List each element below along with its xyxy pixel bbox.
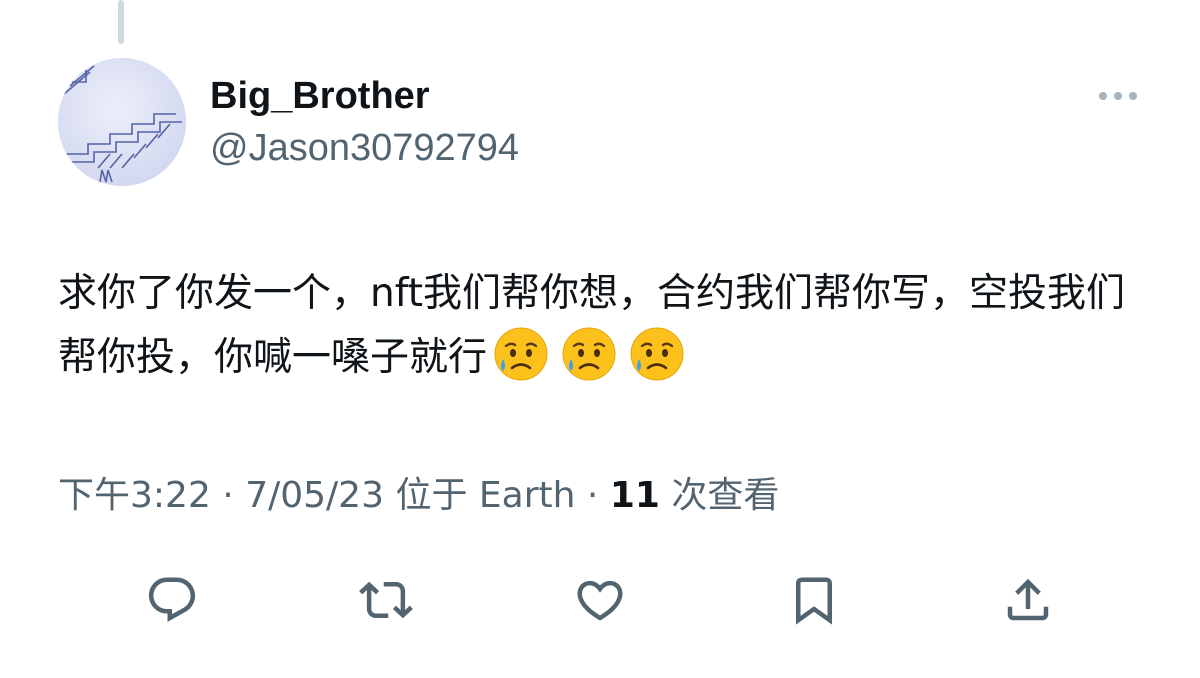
reply-button[interactable] xyxy=(140,568,204,632)
meta-separator: · xyxy=(222,475,234,516)
tweet-meta: 下午3:22 · 7/05/23 位于 Earth · 11 次查看 xyxy=(58,472,779,520)
sad-but-relieved-face-icon xyxy=(562,327,616,381)
avatar-image xyxy=(58,58,186,186)
tweet-body: 求你了你发一个，nft我们帮你想，合约我们帮你写，空投我们帮你投，你喊一嗓子就行 xyxy=(58,262,1148,390)
share-icon xyxy=(1007,578,1049,621)
more-dot xyxy=(1129,92,1137,100)
more-icon[interactable] xyxy=(1092,82,1144,110)
avatar[interactable] xyxy=(58,58,186,186)
bookmark-button[interactable] xyxy=(782,568,846,632)
sad-but-relieved-face-icon xyxy=(630,327,684,381)
reply-icon xyxy=(148,577,196,622)
action-bar xyxy=(0,568,1200,632)
retweet-icon xyxy=(359,581,413,619)
bookmark-icon xyxy=(796,577,832,625)
views-count[interactable]: 11 xyxy=(610,475,660,516)
share-button[interactable] xyxy=(996,568,1060,632)
author-handle[interactable]: @Jason30792794 xyxy=(210,126,519,170)
thread-connector-line xyxy=(118,0,124,44)
sad-but-relieved-face-icon xyxy=(494,327,548,381)
retweet-button[interactable] xyxy=(354,568,418,632)
meta-separator: · xyxy=(586,475,599,516)
tweet-date[interactable]: 7/05/23 xyxy=(245,475,384,516)
location-prefix: 位于 xyxy=(395,475,468,516)
more-dot xyxy=(1099,92,1107,100)
emoji-group xyxy=(493,326,685,382)
author-display-name[interactable]: Big_Brother xyxy=(210,74,430,118)
views-label[interactable]: 次查看 xyxy=(671,475,779,516)
like-button[interactable] xyxy=(568,568,632,632)
heart-icon xyxy=(577,580,623,621)
tweet-location[interactable]: Earth xyxy=(479,475,576,516)
tweet-time[interactable]: 下午3:22 xyxy=(58,475,211,516)
more-dot xyxy=(1114,92,1122,100)
